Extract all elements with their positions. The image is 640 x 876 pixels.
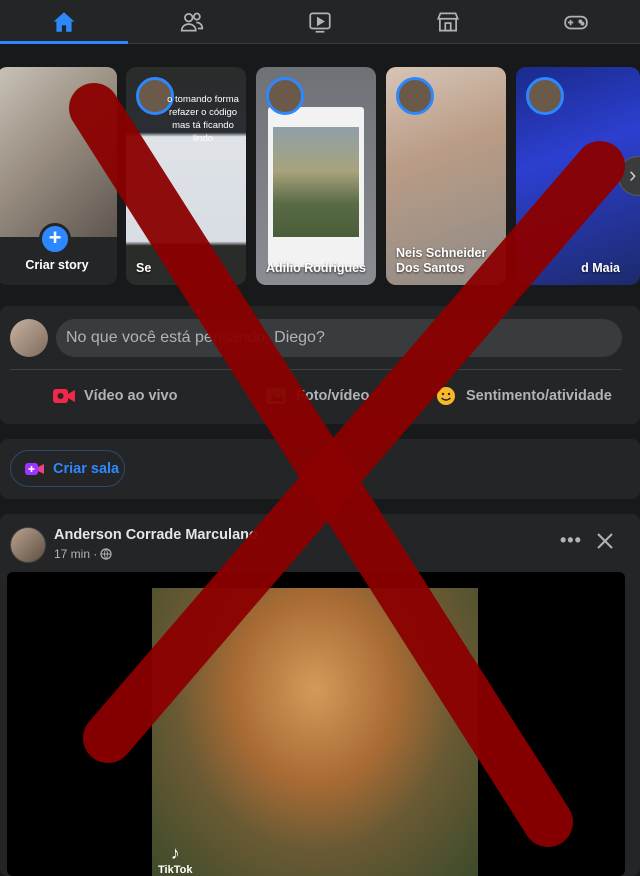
live-video-label: Vídeo ao vivo bbox=[84, 388, 178, 404]
photo-video-label: Foto/vídeo bbox=[296, 388, 370, 404]
story-card[interactable]: o tomando forma refazer o código mas tá … bbox=[126, 67, 246, 285]
story-avatar bbox=[526, 77, 564, 115]
story-avatar bbox=[266, 77, 304, 115]
tab-gaming[interactable] bbox=[512, 0, 640, 43]
video-plus-icon bbox=[25, 462, 44, 475]
story-card[interactable]: Adilio Rodrigues bbox=[256, 67, 376, 285]
photo-video-button[interactable]: Foto/vídeo bbox=[264, 384, 369, 408]
tab-friends[interactable] bbox=[128, 0, 256, 43]
create-story-photo bbox=[0, 67, 117, 237]
create-room-label: Criar sala bbox=[53, 460, 120, 477]
feeling-icon bbox=[437, 387, 455, 405]
story-avatar bbox=[396, 77, 434, 115]
story-author: Se bbox=[136, 261, 152, 275]
divider bbox=[10, 369, 622, 370]
tab-watch[interactable] bbox=[256, 0, 384, 43]
gaming-icon bbox=[564, 15, 588, 29]
post-video[interactable]: ♪ TikTok bbox=[7, 572, 625, 876]
post-timestamp[interactable]: 17 min · bbox=[54, 547, 97, 561]
video-frame: ♪ TikTok bbox=[152, 588, 478, 876]
stories-tray: + Criar story o tomando forma refazer o … bbox=[0, 44, 640, 306]
post-meta: 17 min · bbox=[54, 547, 112, 561]
live-video-button[interactable]: Vídeo ao vivo bbox=[52, 384, 177, 408]
tab-marketplace[interactable] bbox=[384, 0, 512, 43]
post-author[interactable]: Anderson Corrade Marculano bbox=[54, 527, 258, 543]
story-author: d Maia bbox=[581, 261, 620, 275]
post-composer: No que você está pensando, Diego? Vídeo … bbox=[0, 306, 640, 424]
shared-post-preview bbox=[268, 107, 364, 267]
create-story-card[interactable]: + Criar story bbox=[0, 67, 117, 285]
tab-home[interactable] bbox=[0, 0, 128, 44]
top-navigation bbox=[0, 0, 640, 44]
feeling-activity-label: Sentimento/atividade bbox=[466, 388, 612, 404]
live-video-icon bbox=[53, 389, 75, 403]
close-icon[interactable] bbox=[594, 530, 616, 552]
create-story-label: Criar story bbox=[25, 258, 89, 272]
friends-icon bbox=[180, 12, 204, 32]
feeling-activity-button[interactable]: Sentimento/atividade bbox=[434, 384, 612, 408]
create-room-button[interactable]: Criar sala bbox=[10, 450, 125, 487]
marketplace-icon bbox=[436, 11, 460, 32]
home-icon bbox=[53, 11, 75, 32]
tiktok-label: TikTok bbox=[158, 864, 193, 876]
avatar[interactable] bbox=[10, 319, 48, 357]
globe-icon bbox=[100, 548, 112, 560]
feed-post: Anderson Corrade Marculano 17 min · ••• … bbox=[0, 514, 640, 876]
story-author: Adilio Rodrigues bbox=[266, 261, 366, 275]
plus-icon: + bbox=[39, 223, 71, 255]
story-caption: o tomando forma refazer o código mas tá … bbox=[167, 94, 239, 144]
whats-on-your-mind-input[interactable]: No que você está pensando, Diego? bbox=[56, 319, 622, 357]
story-card[interactable]: Neis Schneider Dos Santos bbox=[386, 67, 506, 285]
rooms-bar: Criar sala bbox=[0, 439, 640, 499]
tiktok-icon: ♪ bbox=[170, 843, 180, 863]
more-options-button[interactable]: ••• bbox=[560, 530, 582, 551]
story-author: Neis Schneider Dos Santos bbox=[396, 246, 487, 275]
photo-icon bbox=[266, 388, 286, 404]
tiktok-watermark: ♪ TikTok bbox=[158, 843, 192, 876]
watch-icon bbox=[309, 11, 331, 33]
avatar[interactable] bbox=[10, 527, 46, 563]
